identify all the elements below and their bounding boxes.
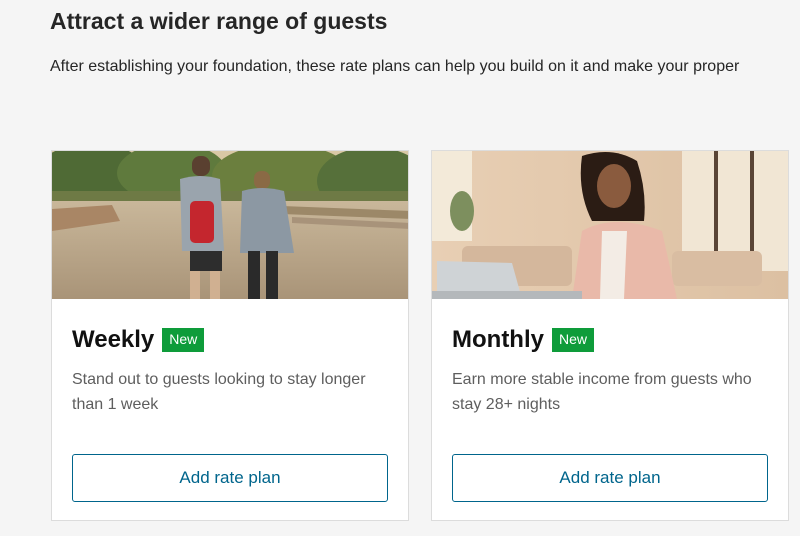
weekly-title-row: Weekly New [72, 326, 205, 354]
monthly-title-row: Monthly New [452, 326, 594, 354]
weekly-card-body: Weekly New Stand out to guests looking t… [72, 299, 388, 520]
section-title: Attract a wider range of guests [50, 8, 388, 34]
monthly-card-description: Earn more stable income from guests who … [452, 371, 752, 413]
new-badge: New [551, 328, 594, 352]
couple-walking-in-park-photo [52, 151, 408, 299]
monthly-card-body: Monthly New Earn more stable income from… [452, 299, 768, 520]
weekly-card-title: Weekly [72, 326, 155, 353]
monthly-rate-card: Monthly New Earn more stable income from… [431, 150, 789, 521]
weekly-rate-card: Weekly New Stand out to guests looking t… [51, 150, 409, 521]
add-weekly-rate-plan-button[interactable]: Add rate plan [72, 454, 388, 502]
rate-plans-page: Attract a wider range of guests After es… [0, 0, 800, 536]
add-monthly-rate-plan-button[interactable]: Add rate plan [452, 454, 768, 502]
woman-working-on-laptop-photo [432, 151, 788, 299]
section-subtitle: After establishing your foundation, thes… [50, 58, 740, 75]
monthly-card-title: Monthly [452, 326, 544, 353]
weekly-card-description: Stand out to guests looking to stay long… [72, 371, 366, 413]
new-badge: New [162, 328, 205, 352]
